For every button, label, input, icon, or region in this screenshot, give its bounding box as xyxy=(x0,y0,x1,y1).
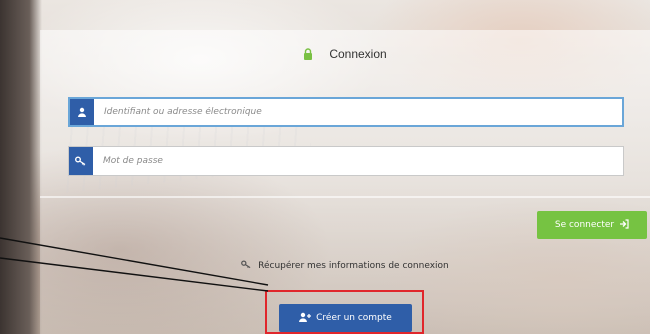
user-plus-icon xyxy=(299,312,312,325)
login-screen: Connexion Se connecter xyxy=(0,0,650,334)
connect-button-label: Se connecter xyxy=(554,220,615,230)
login-title: Connexion xyxy=(329,47,387,61)
lock-icon xyxy=(303,48,313,60)
key-icon xyxy=(69,147,93,175)
recover-link[interactable]: Récupérer mes informations de connexion xyxy=(40,260,650,272)
password-field[interactable] xyxy=(68,146,624,176)
connect-button[interactable]: Se connecter xyxy=(537,211,647,239)
username-input[interactable] xyxy=(94,99,622,125)
sign-in-icon xyxy=(619,218,629,232)
key-icon xyxy=(241,260,255,272)
password-input[interactable] xyxy=(93,147,623,175)
create-account-button[interactable]: Créer un compte xyxy=(279,304,412,332)
login-title-row: Connexion xyxy=(40,30,650,78)
background-shadow xyxy=(0,0,42,334)
username-field[interactable] xyxy=(68,97,624,127)
form-divider xyxy=(40,196,650,198)
create-account-label: Créer un compte xyxy=(316,313,392,323)
user-icon xyxy=(70,99,94,125)
recover-link-label: Récupérer mes informations de connexion xyxy=(258,261,449,271)
